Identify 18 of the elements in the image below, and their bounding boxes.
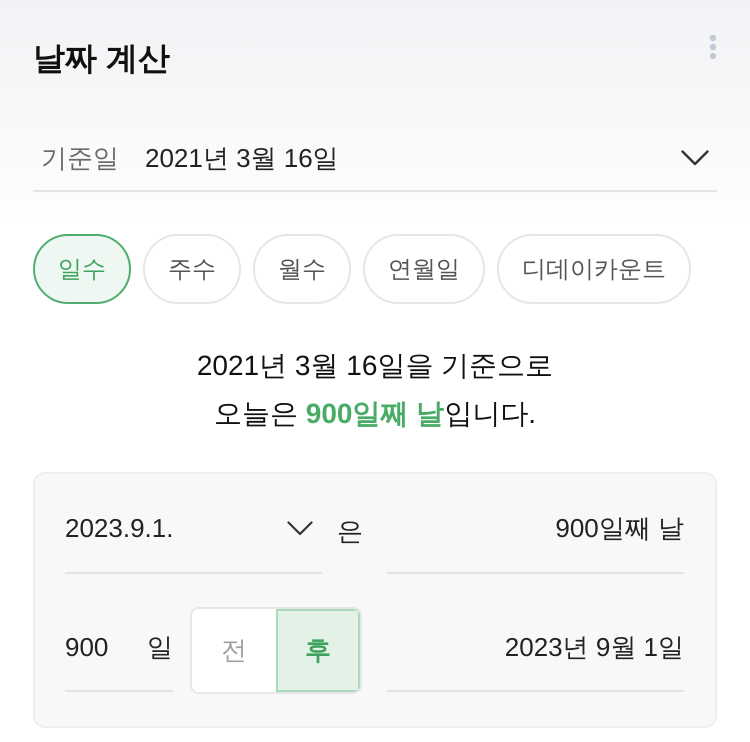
result-field: 2023년 9월 1일 xyxy=(387,605,684,692)
mode-tab[interactable]: 주수 xyxy=(143,234,241,304)
result-field: 900일째 날 xyxy=(387,474,684,574)
chevron-down-icon xyxy=(287,520,313,536)
base-date-dropdown[interactable]: 기준일 2021년 3월 16일 xyxy=(33,126,717,192)
date-dropdown[interactable]: 2023.9.1. xyxy=(65,474,322,574)
base-date-value: 2021년 3월 16일 xyxy=(145,142,340,174)
summary-text: 2021년 3월 16일을 기준으로 오늘은 900일째 날입니다. xyxy=(196,349,554,431)
day-count-field[interactable]: 900 일 xyxy=(65,605,173,692)
mode-tab[interactable]: 디데이카운트 xyxy=(497,234,691,304)
unit-label: 일 xyxy=(147,631,173,664)
base-date-label: 기준일 xyxy=(41,142,119,174)
page-title: 날짜 계산 xyxy=(33,39,170,78)
chevron-down-icon xyxy=(681,150,709,166)
more-options-icon[interactable] xyxy=(709,34,717,60)
mode-tab[interactable]: 월수 xyxy=(253,234,351,304)
particle-label: 은 xyxy=(336,514,364,548)
mode-tab[interactable]: 연월일 xyxy=(363,234,485,304)
